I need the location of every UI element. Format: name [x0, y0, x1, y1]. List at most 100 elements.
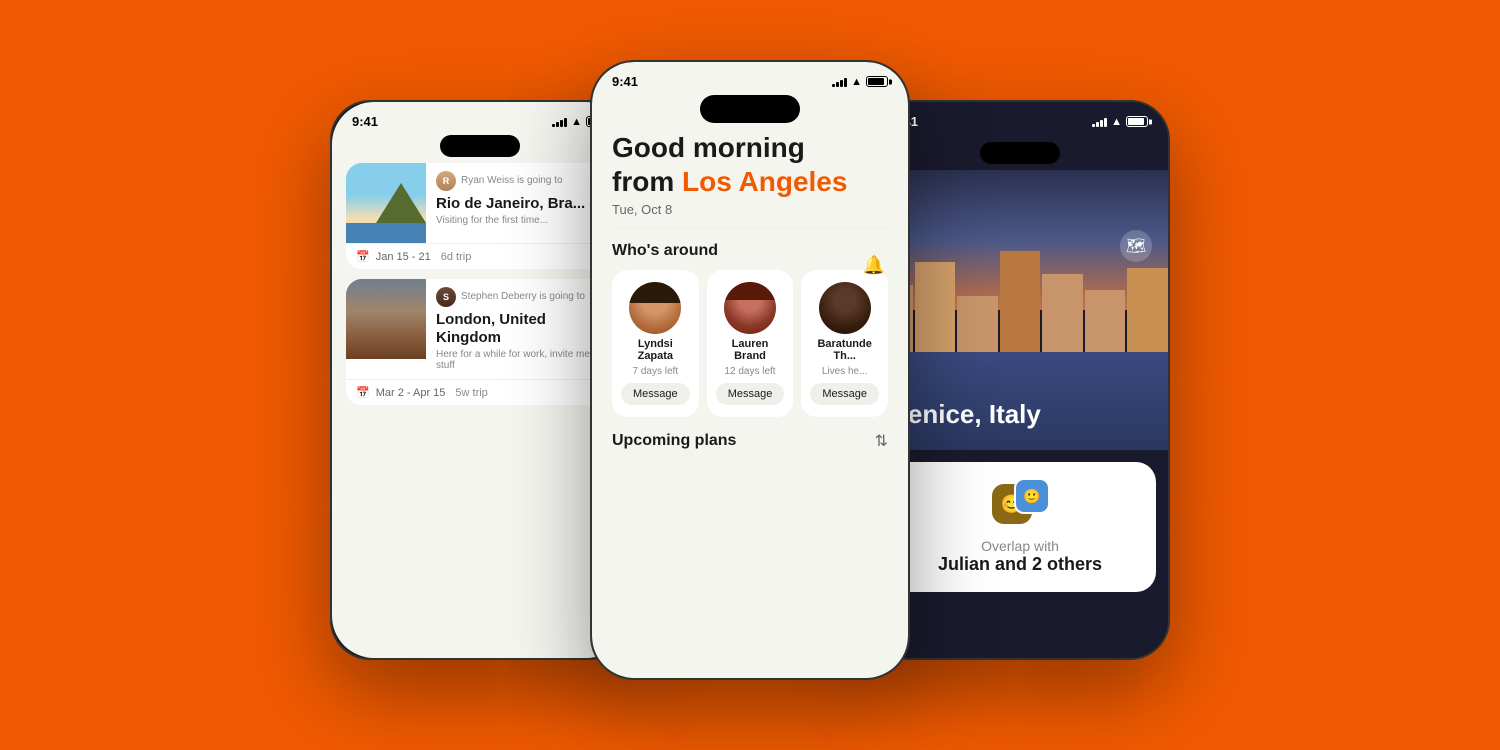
greeting-date: Tue, Oct 8	[612, 202, 888, 217]
wifi-icon-right: ▲	[1111, 116, 1122, 128]
lauren-name: Lauren Brand	[717, 338, 784, 362]
overlap-text-container: Overlap with Julian and 2 others	[938, 538, 1102, 576]
wifi-icon-left: ▲	[571, 116, 582, 128]
venice-title: Venice, Italy	[892, 399, 1041, 430]
overlap-avatars: 😊 🙂	[990, 478, 1050, 530]
signal-bar-c3	[840, 80, 843, 87]
avatar-lyndsi	[629, 282, 681, 334]
rio-water	[346, 223, 426, 243]
rio-scene	[346, 163, 426, 243]
left-status-time: 9:41	[352, 114, 378, 129]
london-destination: London, United Kingdom	[436, 311, 604, 347]
divider-1	[612, 227, 888, 228]
signal-bar-4	[564, 118, 567, 127]
left-content: R Ryan Weiss is going to Rio de Janeiro,…	[332, 163, 628, 405]
trip-2-dates-row: 📅 Mar 2 - Apr 15 5w trip	[346, 379, 614, 405]
trip-1-info: R Ryan Weiss is going to Rio de Janeiro,…	[426, 163, 614, 243]
person-card-lyndsi[interactable]: Lyndsi Zapata 7 days left Message	[612, 270, 699, 417]
london-description: Here for a while for work, invite me to …	[436, 349, 604, 371]
lyndsi-message-btn[interactable]: Message	[621, 383, 690, 405]
v-building-7	[1127, 268, 1168, 352]
right-phone: 9:41 ▲	[870, 100, 1170, 660]
trip-2-info: S Stephen Deberry is going to London, Un…	[426, 279, 614, 379]
signal-bar-1	[552, 124, 555, 127]
overlap-avatar-2: 🙂	[1014, 478, 1050, 514]
rio-dates: Jan 15 - 21	[376, 251, 431, 263]
center-phone-screen: 9:41 ▲	[592, 62, 908, 678]
signal-bar-c4	[844, 78, 847, 87]
trip-image-london	[346, 279, 426, 359]
rio-destination: Rio de Janeiro, Bra...	[436, 195, 604, 213]
london-scene	[346, 279, 426, 359]
overlap-sub: Overlap with	[938, 538, 1102, 554]
battery-fill-center	[868, 78, 884, 85]
overlap-card[interactable]: 😊 🙂 Overlap with Julian and 2 others	[884, 462, 1156, 592]
greeting-location: Los Angeles	[682, 166, 847, 197]
avatar-baratunde	[819, 282, 871, 334]
stephen-user-text: Stephen Deberry is going to	[461, 291, 585, 303]
lauren-days: 12 days left	[724, 366, 775, 377]
baratunde-days: Lives he...	[822, 366, 868, 377]
sort-icon[interactable]: ⇅	[875, 431, 888, 451]
lauren-message-btn[interactable]: Message	[716, 383, 785, 405]
rio-mountain	[376, 183, 426, 223]
whos-around-title: Who's around	[612, 242, 888, 260]
baratunde-message-btn[interactable]: Message	[810, 383, 879, 405]
upcoming-plans-title: Upcoming plans	[612, 432, 736, 450]
center-phone: 9:41 ▲	[590, 60, 910, 680]
venice-photo: 🗺 Venice, Italy	[872, 170, 1168, 450]
trip-card-2[interactable]: S Stephen Deberry is going to London, Un…	[346, 279, 614, 405]
ryan-user-text: Ryan Weiss is going to	[461, 175, 563, 187]
left-status-bar: 9:41 ▲	[332, 102, 628, 135]
overlap-main: Julian and 2 others	[938, 554, 1102, 576]
trip-2-user-row: S Stephen Deberry is going to	[436, 287, 604, 307]
dynamic-island-right	[980, 142, 1060, 164]
map-icon: 🗺	[1126, 236, 1146, 256]
map-icon-btn[interactable]: 🗺	[1120, 230, 1152, 262]
calendar-icon-2: 📅	[356, 386, 370, 399]
center-status-icons: ▲	[832, 76, 888, 88]
v-building-2	[915, 262, 956, 352]
bell-icon[interactable]: 🔔	[860, 251, 888, 279]
right-phone-screen: 9:41 ▲	[872, 102, 1168, 658]
stephen-avatar: S	[436, 287, 456, 307]
trip-image-rio	[346, 163, 426, 243]
greeting-text: Good morning from Los Angeles	[612, 131, 888, 198]
greeting-section: Good morning from Los Angeles Tue, Oct 8	[612, 131, 888, 217]
battery-icon-right	[1126, 116, 1148, 127]
battery-fill-right	[1128, 118, 1144, 125]
signal-bar-r2	[1096, 122, 1099, 127]
trip-card-1[interactable]: R Ryan Weiss is going to Rio de Janeiro,…	[346, 163, 614, 269]
signal-bar-2	[556, 122, 559, 127]
left-phone-screen: 9:41 ▲	[332, 102, 628, 658]
avatar-lauren	[724, 282, 776, 334]
phones-container: 9:41 ▲	[300, 50, 1200, 700]
center-status-bar: 9:41 ▲	[592, 62, 908, 95]
signal-bar-r1	[1092, 124, 1095, 127]
v-building-4	[1000, 251, 1041, 352]
right-status-icons: ▲	[1092, 116, 1148, 128]
greeting-from: from	[612, 166, 682, 197]
baratunde-name: Baratunde Th...	[811, 338, 878, 362]
ryan-avatar: R	[436, 171, 456, 191]
signal-bar-c1	[832, 84, 835, 87]
signal-bars-right	[1092, 117, 1107, 127]
signal-bars-left	[552, 117, 567, 127]
ryan-action: is going to	[517, 175, 563, 186]
signal-bar-r3	[1100, 120, 1103, 127]
overlap-avatar-2-icon: 🙂	[1023, 488, 1040, 505]
wifi-icon-center: ▲	[851, 76, 862, 88]
battery-icon-center	[866, 76, 888, 87]
whos-around-list: Lyndsi Zapata 7 days left Message Lauren…	[612, 270, 888, 417]
center-status-time: 9:41	[612, 74, 638, 89]
person-card-lauren[interactable]: Lauren Brand 12 days left Message	[707, 270, 794, 417]
v-building-6	[1085, 290, 1126, 352]
signal-bar-c2	[836, 82, 839, 87]
stephen-name: Stephen Deberry	[461, 291, 537, 302]
upcoming-plans-section: Upcoming plans ⇅	[612, 431, 888, 451]
london-dates: Mar 2 - Apr 15	[376, 387, 446, 399]
trip-card-2-inner: S Stephen Deberry is going to London, Un…	[346, 279, 614, 379]
trip-card-1-inner: R Ryan Weiss is going to Rio de Janeiro,…	[346, 163, 614, 243]
person-card-baratunde[interactable]: Baratunde Th... Lives he... Message	[801, 270, 888, 417]
trip-1-dates-row: 📅 Jan 15 - 21 6d trip	[346, 243, 614, 269]
